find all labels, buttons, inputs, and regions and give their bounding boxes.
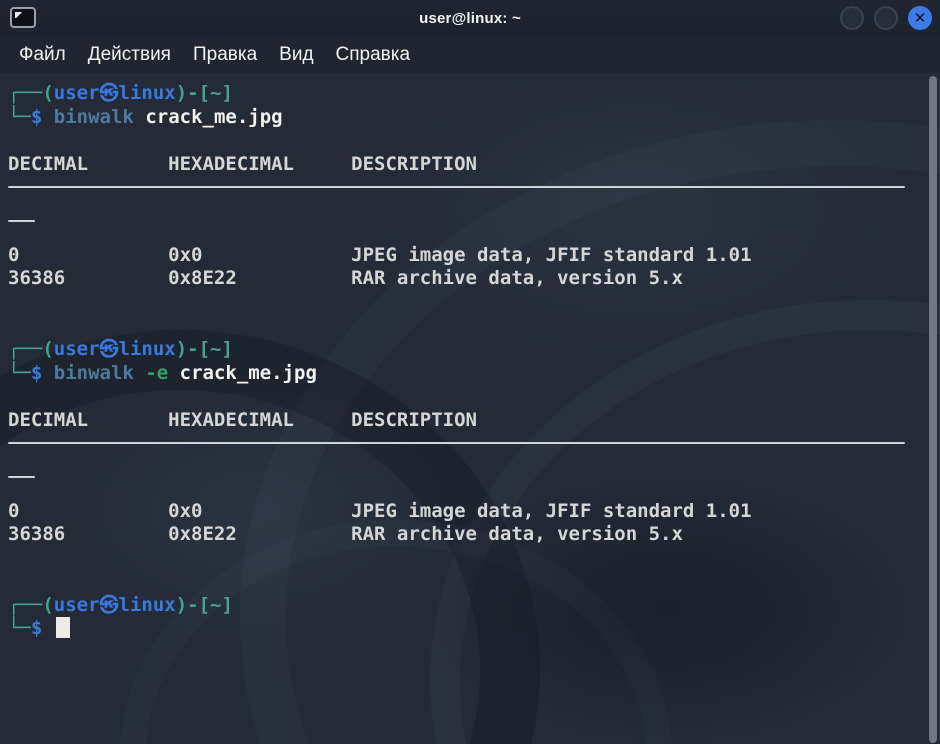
close-button[interactable]: ✕: [908, 6, 932, 30]
window-title: user@linux: ~: [0, 10, 940, 27]
terminal-text-segment: binwalk: [54, 362, 134, 384]
terminal-line: └─$ binwalk -e crack_me.jpg: [8, 362, 926, 386]
terminal-text-segment: ┌──(: [8, 338, 54, 360]
terminal-text-segment: 0 0x0 JPEG image data, JFIF standard 1.0…: [8, 244, 752, 266]
terminal-line: [8, 570, 926, 594]
menu-item-2[interactable]: Действия: [77, 39, 182, 71]
separator-line: [8, 186, 905, 188]
terminal-text-segment: user㉿linux: [54, 82, 176, 104]
terminal-window: user@linux: ~ ✕ ФайлДействияПравкаВидСпр…: [0, 0, 940, 744]
terminal-text-segment: DECIMAL HEXADECIMAL DESCRIPTION: [8, 409, 477, 431]
terminal-text-segment: user㉿linux: [54, 594, 176, 616]
terminal-text-segment: ]: [222, 594, 233, 616]
terminal-line: ┌──(user㉿linux)-[~]: [8, 594, 926, 618]
scrollbar-thumb[interactable]: [929, 76, 937, 743]
terminal-text-segment: )-[: [176, 82, 210, 104]
terminal-line: 36386 0x8E22 RAR archive data, version 5…: [8, 267, 926, 291]
terminal-text-segment: ~: [210, 82, 221, 104]
terminal-text-segment: └─: [8, 617, 31, 639]
terminal-app-icon: [10, 7, 36, 28]
terminal-text-segment: ]: [222, 82, 233, 104]
terminal-line: ┌──(user㉿linux)-[~]: [8, 82, 926, 106]
terminal-text-segment: ~: [210, 338, 221, 360]
terminal-text-segment: )-[: [176, 338, 210, 360]
terminal-line: 36386 0x8E22 RAR archive data, version 5…: [8, 523, 926, 547]
terminal-text-segment: $: [31, 106, 42, 128]
terminal-text-segment: 36386 0x8E22 RAR archive data, version 5…: [8, 267, 683, 289]
terminal-text-segment: ┌──(: [8, 82, 54, 104]
terminal-text-segment: -e: [145, 362, 168, 384]
terminal-line: 0 0x0 JPEG image data, JFIF standard 1.0…: [8, 244, 926, 268]
terminal-line: [8, 547, 926, 571]
terminal-text-segment: user㉿linux: [54, 338, 176, 360]
terminal-text-segment: crack_me.jpg: [180, 362, 317, 384]
terminal-text-segment: $: [31, 362, 42, 384]
terminal-text-segment: 0 0x0 JPEG image data, JFIF standard 1.0…: [8, 500, 752, 522]
terminal-text-segment: binwalk: [54, 106, 134, 128]
terminal-line: [8, 291, 926, 315]
terminal-text-segment: ┌──(: [8, 594, 54, 616]
menu-item-1[interactable]: Файл: [8, 39, 77, 71]
terminal-line: [8, 220, 926, 244]
titlebar: user@linux: ~ ✕: [0, 0, 940, 36]
terminal-line: [8, 129, 926, 153]
menu-bar: ФайлДействияПравкаВидСправка: [0, 36, 940, 75]
terminal-text-segment: └─: [8, 362, 31, 384]
menu-item-5[interactable]: Справка: [325, 39, 422, 71]
terminal-line: [8, 385, 926, 409]
terminal-line: └─$ binwalk crack_me.jpg: [8, 106, 926, 130]
terminal-text-segment: DECIMAL HEXADECIMAL DESCRIPTION: [8, 153, 477, 175]
terminal-text-segment: [134, 106, 145, 128]
separator-line: [8, 442, 905, 444]
terminal-line: [8, 186, 926, 210]
terminal-line: [8, 476, 926, 500]
separator-line: [8, 476, 35, 478]
terminal-line: 0 0x0 JPEG image data, JFIF standard 1.0…: [8, 500, 926, 524]
terminal-text-segment: ~: [210, 594, 221, 616]
terminal-line: [8, 314, 926, 338]
terminal-text-segment: [168, 362, 179, 384]
separator-line: [8, 220, 35, 222]
menu-item-3[interactable]: Правка: [182, 39, 268, 71]
close-icon: ✕: [914, 11, 927, 26]
terminal-text-segment: $: [31, 617, 42, 639]
menu-item-4[interactable]: Вид: [268, 39, 324, 71]
terminal-text-segment: )-[: [176, 594, 210, 616]
terminal-line: ┌──(user㉿linux)-[~]: [8, 338, 926, 362]
window-buttons: ✕: [840, 6, 932, 30]
maximize-button[interactable]: [874, 6, 898, 30]
terminal-viewport[interactable]: ┌──(user㉿linux)-[~]└─$ binwalk crack_me.…: [0, 75, 926, 744]
terminal-line: └─$: [8, 617, 926, 641]
scrollbar: [926, 75, 940, 744]
terminal-text-segment: crack_me.jpg: [145, 106, 282, 128]
terminal-line: [8, 442, 926, 466]
terminal-text-segment: [42, 106, 53, 128]
minimize-button[interactable]: [840, 6, 864, 30]
terminal-text-segment: 36386 0x8E22 RAR archive data, version 5…: [8, 523, 683, 545]
terminal-text-segment: [42, 362, 53, 384]
terminal-text-segment: [42, 617, 53, 639]
terminal-text-segment: [134, 362, 145, 384]
terminal-text-segment: └─: [8, 106, 31, 128]
terminal-line: DECIMAL HEXADECIMAL DESCRIPTION: [8, 409, 926, 433]
terminal-text-segment: ]: [222, 338, 233, 360]
cursor-block: [56, 617, 70, 638]
terminal-line: DECIMAL HEXADECIMAL DESCRIPTION: [8, 153, 926, 177]
